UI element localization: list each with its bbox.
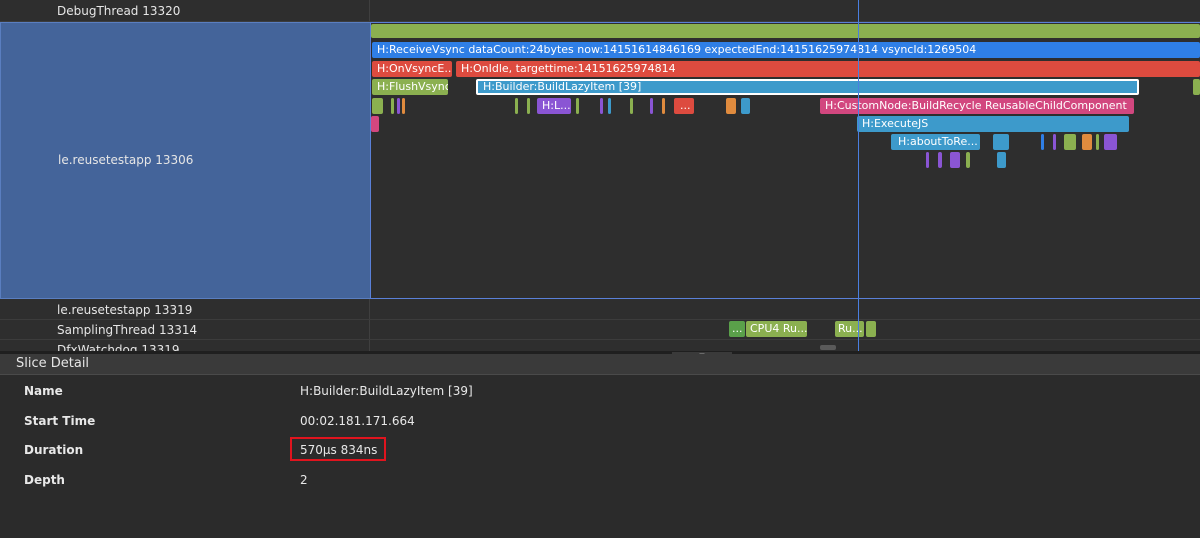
thread-label: le.reusetestapp 13319: [0, 299, 370, 320]
slice-ellipsis[interactable]: ...: [674, 98, 694, 114]
slice-receive-vsync[interactable]: H:ReceiveVsync dataCount:24bytes now:141…: [372, 42, 1200, 58]
slice-tiny[interactable]: [1082, 134, 1092, 150]
detail-label-start-time: Start Time: [24, 414, 96, 428]
slice-tiny[interactable]: [600, 98, 603, 114]
slice-tiny[interactable]: [938, 152, 942, 168]
thread-name: DfxWatchdog 13319: [57, 343, 180, 351]
slice-tiny[interactable]: [993, 134, 1009, 150]
slice-tiny[interactable]: [1104, 134, 1117, 150]
thread-name: SamplingThread 13314: [57, 323, 198, 337]
slice-tiny[interactable]: [950, 152, 960, 168]
slice-detail-header: Slice Detail: [0, 354, 1200, 375]
thread-name: le.reusetestapp 13319: [57, 303, 193, 317]
thread-label-debug: DebugThread 13320: [0, 0, 370, 22]
slice-tiny[interactable]: [741, 98, 750, 114]
detail-label-name: Name: [24, 384, 63, 398]
slice-cpu4-running[interactable]: CPU4 Ru...: [746, 321, 807, 337]
slice-custom-node-build-recycle[interactable]: H:CustomNode:BuildRecycle ReusableChildC…: [820, 98, 1134, 114]
detail-label-depth: Depth: [24, 473, 65, 487]
time-cursor-line: [858, 0, 859, 351]
slice-tiny[interactable]: [372, 98, 383, 114]
slice-tiny[interactable]: [997, 152, 1006, 168]
slice-tiny[interactable]: [926, 152, 929, 168]
slice-running[interactable]: Ru...: [835, 321, 864, 337]
slice-tiny[interactable]: [1041, 134, 1044, 150]
slice-execute-js[interactable]: H:ExecuteJS: [857, 116, 1129, 132]
slice-on-vsync-event[interactable]: H:OnVsyncE...: [372, 61, 452, 77]
thread-row-debug[interactable]: DebugThread 13320: [0, 0, 1200, 22]
slice-tiny[interactable]: [402, 98, 405, 114]
slice-tiny[interactable]: [726, 98, 736, 114]
trace-timeline[interactable]: DebugThread 13320 le.reusetestapp 13306 …: [0, 0, 1200, 351]
duration-highlight-box: [290, 437, 386, 461]
thread-label: DfxWatchdog 13319: [0, 340, 370, 351]
detail-value-start-time: 00:02.181.171.664: [300, 414, 415, 428]
slice-tiny[interactable]: [630, 98, 633, 114]
thread-row-reusetestapp-13319[interactable]: le.reusetestapp 13319: [0, 299, 1200, 320]
slice-green-top[interactable]: [371, 24, 1200, 38]
slice-tiny[interactable]: [1193, 79, 1200, 95]
thread-row-dfx-watchdog[interactable]: DfxWatchdog 13319: [0, 340, 1200, 351]
slice-tiny[interactable]: [391, 98, 394, 114]
thread-label-main: le.reusetestapp 13306: [0, 22, 370, 299]
detail-label-duration: Duration: [24, 443, 84, 457]
slice-tiny[interactable]: [576, 98, 579, 114]
thread-row-main-selected[interactable]: le.reusetestapp 13306 H:ReceiveVsync dat…: [0, 22, 1200, 299]
slice-about-to-reuse[interactable]: H:aboutToRe...: [891, 134, 980, 150]
slice-builder-lazy-item-selected[interactable]: H:Builder:BuildLazyItem [39]: [476, 79, 1139, 95]
thread-row-sampling[interactable]: SamplingThread 13314 ... CPU4 Ru... Ru..…: [0, 320, 1200, 340]
thread-label: SamplingThread 13314: [0, 320, 370, 340]
slice-tiny[interactable]: [515, 98, 518, 114]
slice-detail-panel: Slice Detail Name H:Builder:BuildLazyIte…: [0, 354, 1200, 538]
slice-tiny[interactable]: [1064, 134, 1076, 150]
horizontal-scrollbar-thumb[interactable]: [820, 345, 836, 350]
slice-tiny[interactable]: [866, 321, 876, 337]
slice-flush-vsync[interactable]: H:FlushVsync: [372, 79, 448, 95]
slice-tiny[interactable]: [608, 98, 611, 114]
detail-value-depth: 2: [300, 473, 308, 487]
slice-tiny[interactable]: [1053, 134, 1056, 150]
slice-on-idle[interactable]: H:OnIdle, targettime:14151625974814: [456, 61, 1200, 77]
thread-name: DebugThread 13320: [57, 4, 181, 18]
slice-tiny[interactable]: [966, 152, 970, 168]
slice-sampling-ellipsis[interactable]: ...: [729, 321, 745, 337]
slice-tiny[interactable]: [1096, 134, 1099, 150]
slice-tiny[interactable]: [371, 116, 379, 132]
slice-detail-title: Slice Detail: [16, 356, 90, 371]
slice-tiny[interactable]: [397, 98, 400, 114]
slice-tiny[interactable]: [527, 98, 530, 114]
slice-h-l[interactable]: H:L...: [537, 98, 571, 114]
thread-name: le.reusetestapp 13306: [58, 153, 194, 167]
slice-tiny[interactable]: [650, 98, 653, 114]
slice-tiny[interactable]: [662, 98, 665, 114]
detail-value-name: H:Builder:BuildLazyItem [39]: [300, 384, 473, 398]
